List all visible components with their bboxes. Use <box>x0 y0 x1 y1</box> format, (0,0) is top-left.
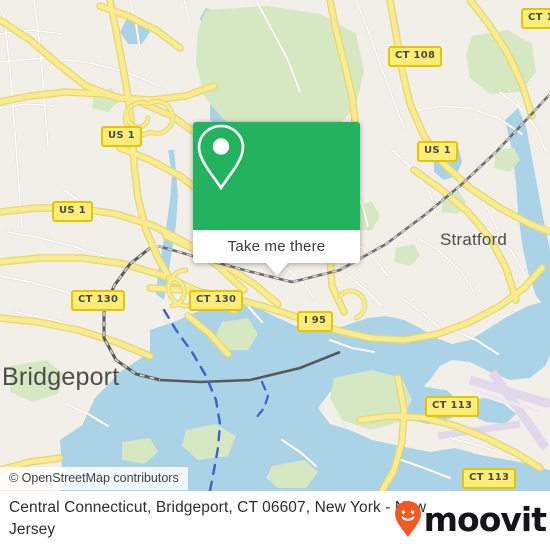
map-pin-icon <box>197 124 245 191</box>
place-label-stratford: Stratford <box>440 230 507 249</box>
road-shield-us-1-east[interactable]: US 1 <box>417 141 458 162</box>
road-shield-ct-130-east[interactable]: CT 130 <box>189 290 244 311</box>
destination-card[interactable]: Take me there <box>193 122 360 276</box>
destination-card-action[interactable]: Take me there <box>193 230 360 276</box>
road-shield-ct-113-south[interactable]: CT 113 <box>462 468 517 489</box>
moovit-logo[interactable]: moovit <box>393 499 547 539</box>
osm-attribution[interactable]: © OpenStreetMap contributors <box>0 467 188 490</box>
moovit-pin-icon <box>394 501 421 537</box>
location-address: Central Connecticut, Bridgeport, CT 0660… <box>9 499 427 538</box>
road-shield-ct-1-edge[interactable]: CT 1 <box>521 8 550 29</box>
road-shield-us-1-southwest[interactable]: US 1 <box>52 201 93 222</box>
map-canvas[interactable]: Bridgeport Stratford CT 108 CT 1 US 1 US… <box>0 0 550 491</box>
place-label-bridgeport: Bridgeport <box>2 363 120 391</box>
footer-bar: Central Connecticut, Bridgeport, CT 0660… <box>0 491 550 550</box>
road-shield-us-1-west[interactable]: US 1 <box>101 126 142 147</box>
destination-card-header <box>193 122 360 230</box>
moovit-wordmark: moovit <box>423 499 547 539</box>
road-shield-i-95[interactable]: I 95 <box>297 311 334 332</box>
destination-card-pointer <box>265 263 288 276</box>
road-shield-ct-130-west[interactable]: CT 130 <box>71 290 126 311</box>
take-me-there-label: Take me there <box>227 238 326 255</box>
map-screenshot: Bridgeport Stratford CT 108 CT 1 US 1 US… <box>0 0 550 550</box>
road-shield-ct-108[interactable]: CT 108 <box>388 46 443 67</box>
road-shield-ct-113-north[interactable]: CT 113 <box>425 396 480 417</box>
